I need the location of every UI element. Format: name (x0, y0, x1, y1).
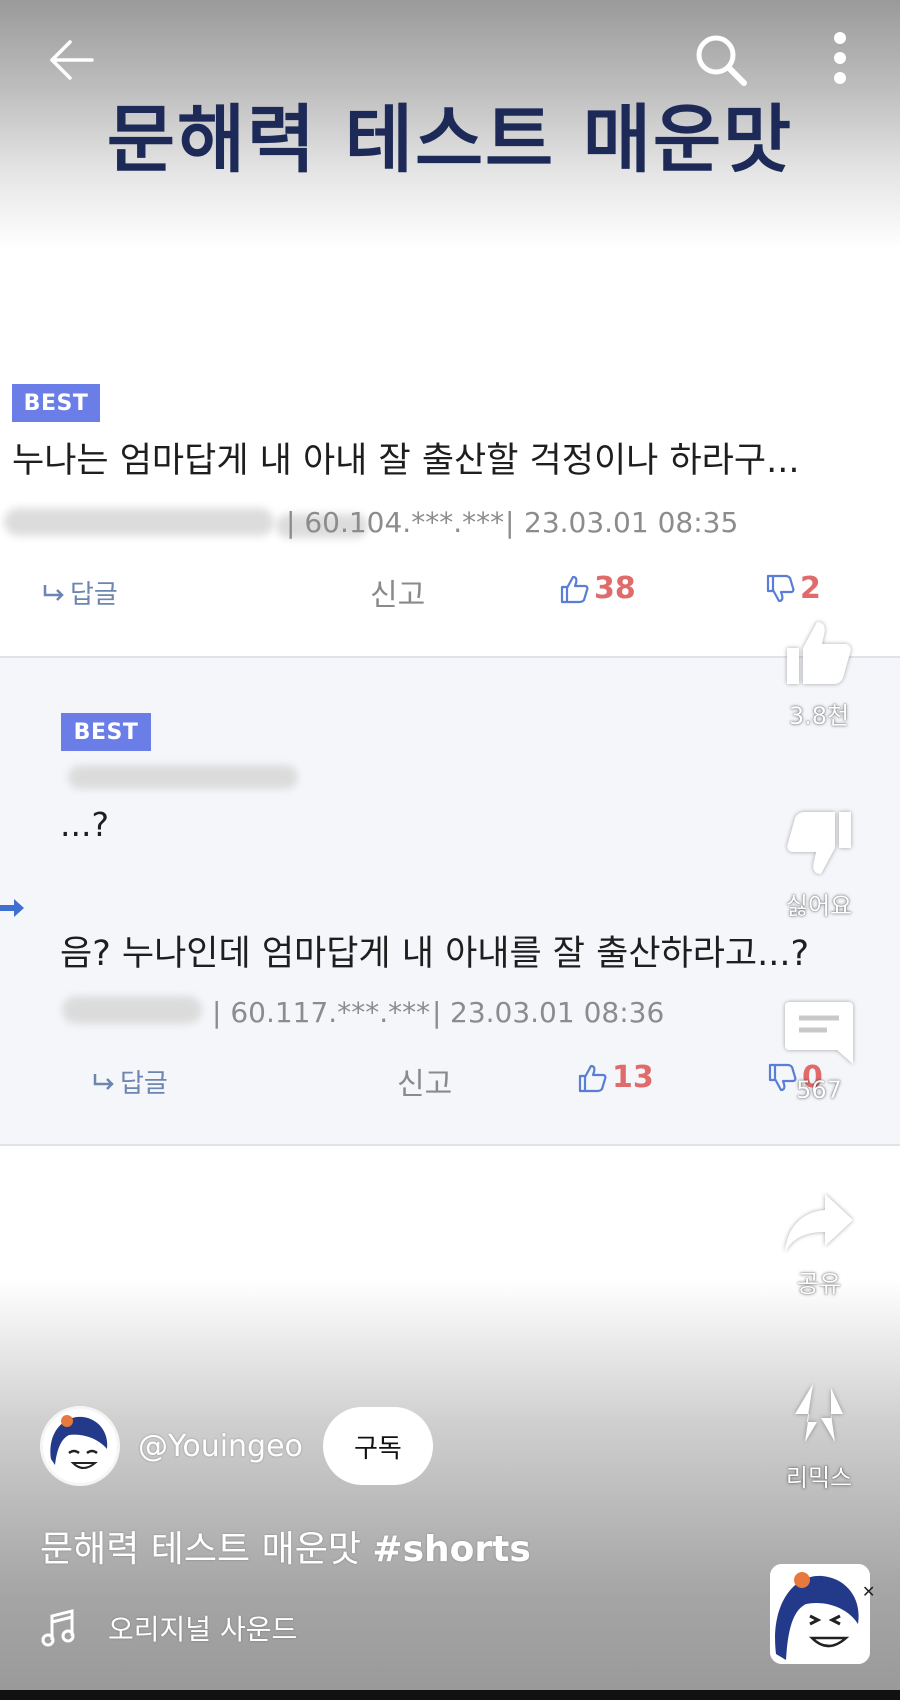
comment-date-separator: | (505, 506, 515, 539)
video-title-text: 문해력 테스트 매운맛 (40, 1529, 361, 1570)
comment-text-line: 음? 누나인데 엄마답게 내 아내를 잘 출산하라고...? (60, 934, 810, 974)
best-badge: BEST (61, 713, 151, 751)
comment-date: 23.03.01 08:35 (524, 506, 739, 539)
reply-link[interactable]: 답글 (42, 574, 118, 611)
system-bottom-bar (0, 1690, 900, 1700)
comments-button[interactable]: 567 (764, 998, 874, 1104)
sound-label: 오리지널 사운드 (108, 1613, 298, 1646)
share-button[interactable]: 공유 (764, 1192, 874, 1299)
like-count: 13 (612, 1060, 654, 1095)
like-video-button[interactable]: 3.8천 (764, 618, 874, 731)
comment-count: 567 (796, 1076, 842, 1104)
comment-ip: | 60.117.***.*** (212, 996, 431, 1029)
best-badge: BEST (12, 384, 100, 422)
remix-icon (795, 1384, 843, 1442)
comment-date-separator: | (432, 996, 442, 1029)
remix-label: 리믹스 (785, 1464, 853, 1492)
redacted-username (4, 508, 274, 536)
reply-arrow-icon (43, 584, 64, 601)
comment-date: 23.03.01 08:36 (450, 996, 665, 1029)
dislike-count: 2 (800, 571, 821, 606)
reply-label: 답글 (70, 580, 118, 610)
redacted-username (68, 765, 298, 789)
music-note-icon (41, 1609, 75, 1647)
comment-icon (785, 1002, 853, 1064)
comment-ip: | 60.104.***.*** (286, 506, 505, 539)
like-button[interactable]: 13 (576, 1060, 654, 1095)
thumbs-down-icon (766, 574, 795, 602)
dislike-video-button[interactable]: 싫어요 (764, 808, 874, 921)
more-vertical-icon (834, 32, 846, 84)
comment-text: 누나는 엄마답게 내 아내 잘 출산할 걱정이나 하라구... (12, 441, 800, 481)
comment-text-line: ...? (60, 805, 109, 844)
channel-avatar[interactable] (40, 1406, 120, 1486)
remix-button[interactable]: 리믹스 (764, 1380, 874, 1493)
reply-label: 답글 (120, 1069, 168, 1099)
close-icon[interactable]: ✕ (862, 1582, 875, 1601)
thumbs-up-icon (787, 622, 851, 684)
cartoon-avatar-icon (770, 1564, 870, 1664)
subscribe-button[interactable]: 구독 (322, 1407, 433, 1485)
share-icon (785, 1194, 853, 1252)
like-button[interactable]: 38 (558, 571, 636, 606)
thumbs-up-icon (560, 575, 589, 603)
thumbs-down-icon (787, 812, 851, 874)
reply-indicator-icon (0, 899, 24, 917)
like-count: 3.8천 (788, 702, 850, 730)
dislike-button[interactable]: 2 (764, 571, 821, 606)
video-title[interactable]: 문해력 테스트 매운맛 #shorts (40, 1520, 531, 1572)
thumbs-up-icon (578, 1064, 607, 1092)
sound-thumbnail[interactable] (770, 1564, 870, 1664)
cartoon-avatar-icon (43, 1409, 117, 1483)
share-label: 공유 (796, 1270, 842, 1298)
like-count: 38 (594, 571, 636, 606)
channel-row: @Youingeo 구독 (40, 1406, 433, 1486)
reply-arrow-icon (93, 1073, 114, 1090)
sound-link[interactable]: 오리지널 사운드 (40, 1608, 297, 1648)
redacted-username (62, 996, 202, 1024)
report-button[interactable]: 신고 (370, 570, 425, 614)
report-button[interactable]: 신고 (397, 1059, 452, 1103)
video-overlay-title: 문해력 테스트 매운맛 (106, 97, 794, 183)
channel-handle[interactable]: @Youingeo (138, 1429, 303, 1464)
arrow-left-icon (50, 40, 94, 80)
hashtag-link[interactable]: #shorts (372, 1529, 530, 1570)
reply-link[interactable]: 답글 (92, 1063, 168, 1100)
dislike-label: 싫어요 (785, 892, 853, 920)
